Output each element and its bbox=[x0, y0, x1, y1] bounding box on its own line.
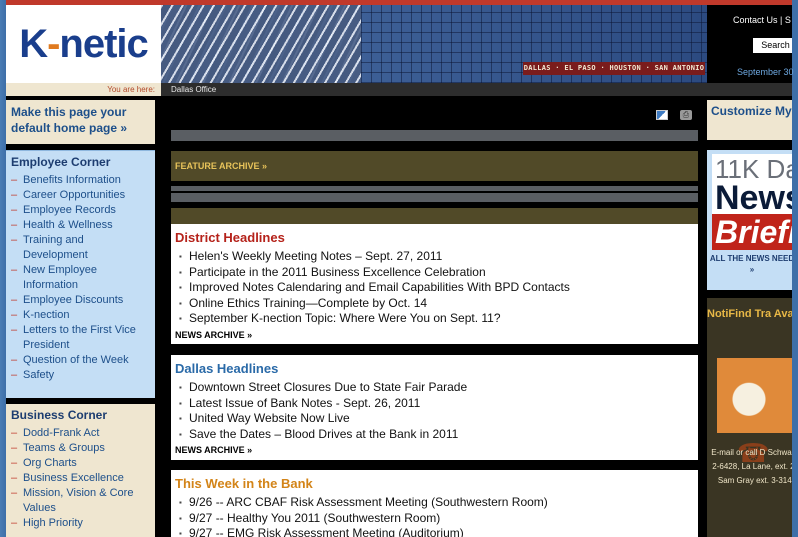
this-week-list: 9/26 -- ARC CBAF Risk Assessment Meeting… bbox=[175, 495, 694, 537]
promo-briefing-text: Briefi bbox=[712, 214, 792, 250]
divider-bar bbox=[171, 186, 698, 191]
contact-us-link[interactable]: Contact Us | S bbox=[733, 15, 791, 25]
employee-link-training[interactable]: Training and Development bbox=[11, 233, 150, 263]
employee-link-benefits[interactable]: Benefits Information bbox=[11, 173, 150, 188]
district-headlines-box: District Headlines Helen's Weekly Meetin… bbox=[171, 224, 698, 344]
business-link-excellence[interactable]: Business Excellence bbox=[11, 471, 150, 486]
page: K-netic DALLAS · EL PASO · HOUSTON · SAN… bbox=[0, 0, 798, 537]
email-page-icon[interactable] bbox=[656, 110, 668, 120]
headline-link[interactable]: Latest Issue of Bank Notes - Sept. 26, 2… bbox=[179, 396, 694, 412]
employee-link-records[interactable]: Employee Records bbox=[11, 203, 150, 218]
k-netic-logo[interactable]: K-netic bbox=[6, 5, 161, 83]
employee-link-letters[interactable]: Letters to the First Vice President bbox=[11, 323, 150, 353]
promo-news-text: News bbox=[715, 179, 792, 217]
employee-link-question[interactable]: Question of the Week bbox=[11, 353, 150, 368]
headline-link[interactable]: Participate in the 2011 Business Excelle… bbox=[179, 265, 694, 281]
promo-caption[interactable]: ALL THE NEWS NEED » bbox=[707, 253, 792, 275]
customize-links[interactable]: Customize My K-netic Links bbox=[707, 100, 792, 140]
feature-archive-link[interactable]: FEATURE ARCHIVE » bbox=[171, 151, 698, 181]
breadcrumb-current: Dallas Office bbox=[161, 83, 792, 96]
utility-area: Contact Us | S Search September 30 bbox=[707, 5, 794, 83]
news-archive-link[interactable]: NEWS ARCHIVE » bbox=[175, 445, 694, 455]
business-corner-panel: Business Corner Dodd-Frank Act Teams & G… bbox=[6, 404, 155, 537]
business-link-teams[interactable]: Teams & Groups bbox=[11, 441, 150, 456]
print-icon[interactable]: ⎙ bbox=[680, 110, 692, 120]
business-link-org-charts[interactable]: Org Charts bbox=[11, 456, 150, 471]
headline-link[interactable]: Improved Notes Calendaring and Email Cap… bbox=[179, 280, 694, 296]
business-corner-list: Dodd-Frank Act Teams & Groups Org Charts… bbox=[11, 426, 150, 531]
event-link[interactable]: 9/26 -- ARC CBAF Risk Assessment Meeting… bbox=[179, 495, 694, 511]
employee-link-safety[interactable]: Safety bbox=[11, 368, 150, 383]
employee-link-new-employee[interactable]: New Employee Information bbox=[11, 263, 150, 293]
headline-link[interactable]: Helen's Weekly Meeting Notes – Sept. 27,… bbox=[179, 249, 694, 265]
headline-link[interactable]: Downtown Street Closures Due to State Fa… bbox=[179, 380, 694, 396]
employee-corner-panel: Employee Corner Benefits Information Car… bbox=[6, 150, 155, 398]
make-home-page-link[interactable]: Make this page your default home page » bbox=[6, 100, 155, 144]
search-button[interactable]: Search bbox=[753, 38, 792, 53]
headline-link[interactable]: United Way Website Now Live bbox=[179, 411, 694, 427]
employee-link-k-nection[interactable]: K-nection bbox=[11, 308, 150, 323]
headline-link[interactable]: Online Ethics Training—Complete by Oct. … bbox=[179, 296, 694, 312]
business-link-high-priority[interactable]: High Priority bbox=[11, 516, 150, 531]
center-toolbar bbox=[171, 102, 698, 130]
notifind-contact-text: E-mail or call D Schwartz, 2-6428, La La… bbox=[711, 448, 792, 485]
business-link-mission[interactable]: Mission, Vision & Core Values bbox=[11, 486, 150, 516]
headline-link[interactable]: September K-nection Topic: Where Were Yo… bbox=[179, 311, 694, 327]
news-briefing-graphic: 11K Da News Briefi bbox=[712, 154, 792, 250]
dallas-headlines-title: Dallas Headlines bbox=[175, 361, 279, 376]
business-link-dodd-frank[interactable]: Dodd-Frank Act bbox=[11, 426, 150, 441]
employee-link-careers[interactable]: Career Opportunities bbox=[11, 188, 150, 203]
divider-bar bbox=[171, 130, 698, 141]
header-banner: DALLAS · EL PASO · HOUSTON · SAN ANTONIO bbox=[161, 5, 707, 83]
breadcrumb-label: You are here: bbox=[6, 83, 161, 96]
banner-building-image bbox=[161, 5, 361, 83]
divider-bar bbox=[171, 208, 698, 224]
dallas-headlines-list: Downtown Street Closures Due to State Fa… bbox=[175, 380, 694, 442]
employee-link-discounts[interactable]: Employee Discounts bbox=[11, 293, 150, 308]
district-headlines-list: Helen's Weekly Meeting Notes – Sept. 27,… bbox=[175, 249, 694, 327]
dallas-headlines-box: Dallas Headlines Downtown Street Closure… bbox=[171, 355, 698, 460]
employee-corner-title: Employee Corner bbox=[11, 155, 111, 169]
news-briefing-promo[interactable]: 11K Da News Briefi ALL THE NEWS NEED » bbox=[707, 150, 792, 290]
notifind-title[interactable]: NotiFind Tra Available Departme bbox=[707, 306, 792, 322]
this-week-title: This Week in the Bank bbox=[175, 476, 313, 491]
notifind-panel: NotiFind Tra Available Departme ☎ E-mail… bbox=[707, 298, 792, 537]
district-headlines-title: District Headlines bbox=[175, 230, 285, 245]
telephone-image: ☎ bbox=[717, 358, 792, 468]
employee-corner-list: Benefits Information Career Opportunitie… bbox=[11, 173, 150, 383]
employee-link-health[interactable]: Health & Wellness bbox=[11, 218, 150, 233]
event-link[interactable]: 9/27 -- EMG Risk Assessment Meeting (Aud… bbox=[179, 526, 694, 537]
cities-strip: DALLAS · EL PASO · HOUSTON · SAN ANTONIO bbox=[523, 62, 705, 75]
event-link[interactable]: 9/27 -- Healthy You 2011 (Southwestern R… bbox=[179, 511, 694, 527]
this-week-box: This Week in the Bank 9/26 -- ARC CBAF R… bbox=[171, 470, 698, 537]
logo-text: K-netic bbox=[19, 21, 149, 66]
divider-bar bbox=[171, 193, 698, 202]
business-corner-title: Business Corner bbox=[11, 408, 108, 422]
news-archive-link[interactable]: NEWS ARCHIVE » bbox=[175, 330, 694, 340]
headline-link[interactable]: Save the Dates – Blood Drives at the Ban… bbox=[179, 427, 694, 443]
current-date: September 30 bbox=[737, 67, 794, 77]
